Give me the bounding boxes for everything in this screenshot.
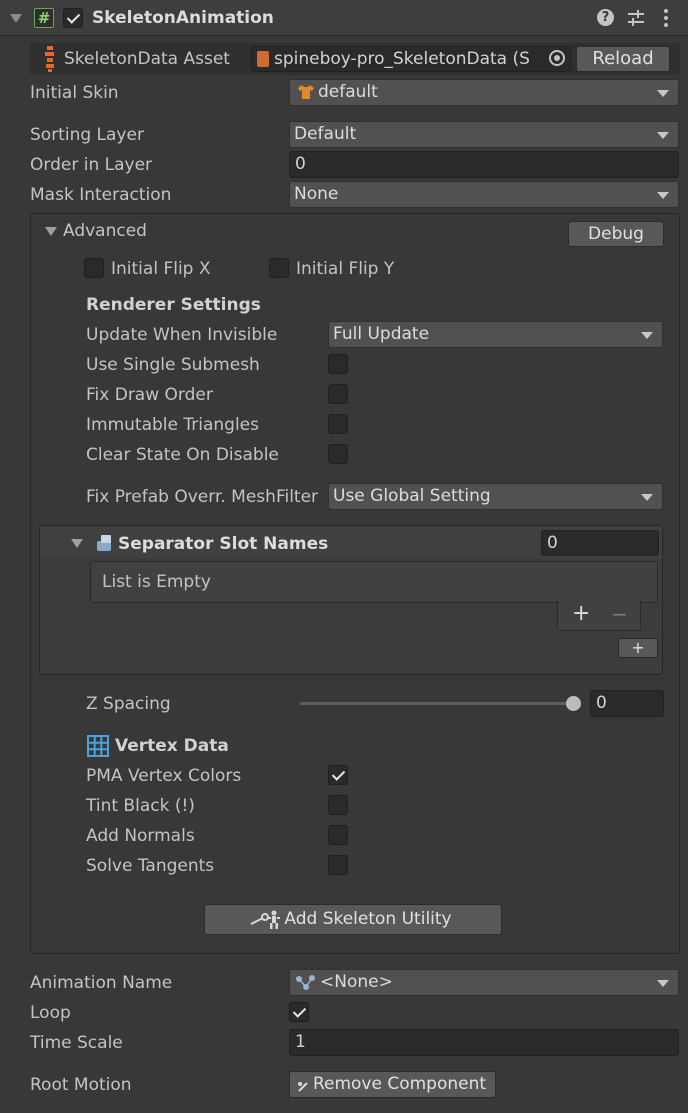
loop-checkbox[interactable] xyxy=(289,1002,309,1022)
debug-button[interactable]: Debug xyxy=(568,221,664,247)
component-enabled-checkbox[interactable] xyxy=(63,8,83,28)
asset-file-icon xyxy=(257,51,269,67)
animation-name-value: <None> xyxy=(320,972,393,992)
skeleton-data-label: SkeletonData Asset xyxy=(64,49,230,69)
initial-flip-x-label: Initial Flip X xyxy=(111,259,211,279)
skeleton-data-value: spineboy-pro_SkeletonData (S xyxy=(274,49,530,69)
remove-component-label: Remove Component xyxy=(312,1074,487,1094)
vertex-data-heading: Vertex Data xyxy=(115,736,229,756)
clear-state-on-disable-label: Clear State On Disable xyxy=(86,445,279,465)
fix-draw-order-checkbox[interactable] xyxy=(328,384,348,404)
order-in-layer-label: Order in Layer xyxy=(30,155,153,175)
preset-sliders-icon[interactable] xyxy=(626,8,646,28)
loop-label: Loop xyxy=(30,1003,71,1023)
time-scale-field[interactable]: 1 xyxy=(289,1029,679,1056)
time-scale-label: Time Scale xyxy=(30,1033,123,1053)
sorting-layer-label: Sorting Layer xyxy=(30,125,144,145)
list-footer xyxy=(557,601,641,631)
add-normals-label: Add Normals xyxy=(86,826,195,846)
z-spacing-label: Z Spacing xyxy=(86,694,171,714)
clear-state-on-disable-checkbox[interactable] xyxy=(328,444,348,464)
separator-slots-label[interactable]: Separator Slot Names xyxy=(118,533,328,555)
pma-vertex-colors-label: PMA Vertex Colors xyxy=(86,766,242,786)
component-title: SkeletonAnimation xyxy=(92,8,274,28)
solve-tangents-checkbox[interactable] xyxy=(328,855,348,875)
chevron-down-icon xyxy=(641,332,653,339)
pma-vertex-colors-checkbox[interactable] xyxy=(328,765,348,785)
advanced-foldout-label[interactable]: Advanced xyxy=(63,220,147,242)
object-picker-icon[interactable] xyxy=(549,50,565,66)
vertex-grid-icon xyxy=(87,735,109,757)
renderer-settings-heading: Renderer Settings xyxy=(86,295,261,315)
sorting-layer-dropdown[interactable]: Default xyxy=(289,121,679,148)
slot-icon xyxy=(96,534,116,552)
mask-interaction-dropdown[interactable]: None xyxy=(289,181,679,208)
update-when-invisible-value: Full Update xyxy=(333,324,430,344)
chevron-down-icon xyxy=(641,494,653,501)
initial-flip-x-checkbox[interactable] xyxy=(84,258,104,278)
chevron-down-icon xyxy=(657,192,669,199)
add-normals-checkbox[interactable] xyxy=(328,825,348,845)
advanced-foldout-icon[interactable] xyxy=(45,227,57,236)
animation-name-label: Animation Name xyxy=(30,973,173,993)
chevron-down-icon xyxy=(657,132,669,139)
reload-button[interactable]: Reload xyxy=(576,46,670,72)
add-skeleton-utility-label: Add Skeleton Utility xyxy=(284,909,452,929)
fix-draw-order-label: Fix Draw Order xyxy=(86,385,213,405)
kebab-menu-icon[interactable] xyxy=(660,8,672,28)
skeleton-utility-icon xyxy=(249,910,283,930)
use-single-submesh-checkbox[interactable] xyxy=(328,354,348,374)
initial-skin-label: Initial Skin xyxy=(30,83,119,103)
remove-wrench-icon xyxy=(297,1078,309,1092)
use-single-submesh-label: Use Single Submesh xyxy=(86,355,260,375)
fix-prefab-value: Use Global Setting xyxy=(333,486,491,506)
remove-component-button[interactable]: Remove Component xyxy=(289,1071,496,1098)
initial-flip-y-checkbox[interactable] xyxy=(269,258,289,278)
root-motion-label: Root Motion xyxy=(30,1075,132,1095)
initial-skin-value: default xyxy=(318,82,378,102)
initial-skin-dropdown[interactable]: default xyxy=(289,79,679,106)
z-spacing-slider-thumb[interactable] xyxy=(566,696,581,711)
animation-icon xyxy=(295,974,317,992)
sorting-layer-value: Default xyxy=(294,124,357,144)
spine-bone-icon xyxy=(44,46,56,72)
script-hash-icon: # xyxy=(34,8,54,28)
expand-triangle-icon[interactable] xyxy=(10,14,22,23)
list-add-button[interactable]: + xyxy=(572,603,590,625)
list-empty-text: List is Empty xyxy=(102,572,211,592)
tint-black-label: Tint Black (!) xyxy=(86,796,195,816)
fix-prefab-label: Fix Prefab Overr. MeshFilter xyxy=(86,487,319,507)
mask-interaction-label: Mask Interaction xyxy=(30,185,172,205)
separator-slots-count-field[interactable]: 0 xyxy=(541,530,659,556)
z-spacing-field[interactable]: 0 xyxy=(590,690,664,717)
chevron-down-icon xyxy=(657,980,669,987)
help-icon[interactable]: ? xyxy=(597,9,614,26)
immutable-triangles-label: Immutable Triangles xyxy=(86,415,259,435)
separator-slots-foldout-icon[interactable] xyxy=(71,539,83,548)
tint-black-checkbox[interactable] xyxy=(328,795,348,815)
skin-shirt-icon xyxy=(297,84,315,100)
mask-interaction-value: None xyxy=(294,184,339,204)
fix-prefab-dropdown[interactable]: Use Global Setting xyxy=(328,483,663,510)
solve-tangents-label: Solve Tangents xyxy=(86,856,215,876)
update-when-invisible-label: Update When Invisible xyxy=(86,325,278,345)
chevron-down-icon xyxy=(657,90,669,97)
order-in-layer-field[interactable]: 0 xyxy=(289,151,679,178)
small-add-button[interactable]: + xyxy=(618,638,658,658)
skeleton-data-field[interactable]: spineboy-pro_SkeletonData (S xyxy=(251,46,571,72)
animation-name-dropdown[interactable]: <None> xyxy=(289,969,679,996)
update-when-invisible-dropdown[interactable]: Full Update xyxy=(328,321,663,348)
z-spacing-slider-track[interactable] xyxy=(300,702,576,705)
initial-flip-y-label: Initial Flip Y xyxy=(296,259,395,279)
list-remove-button[interactable]: − xyxy=(611,603,628,625)
immutable-triangles-checkbox[interactable] xyxy=(328,414,348,434)
